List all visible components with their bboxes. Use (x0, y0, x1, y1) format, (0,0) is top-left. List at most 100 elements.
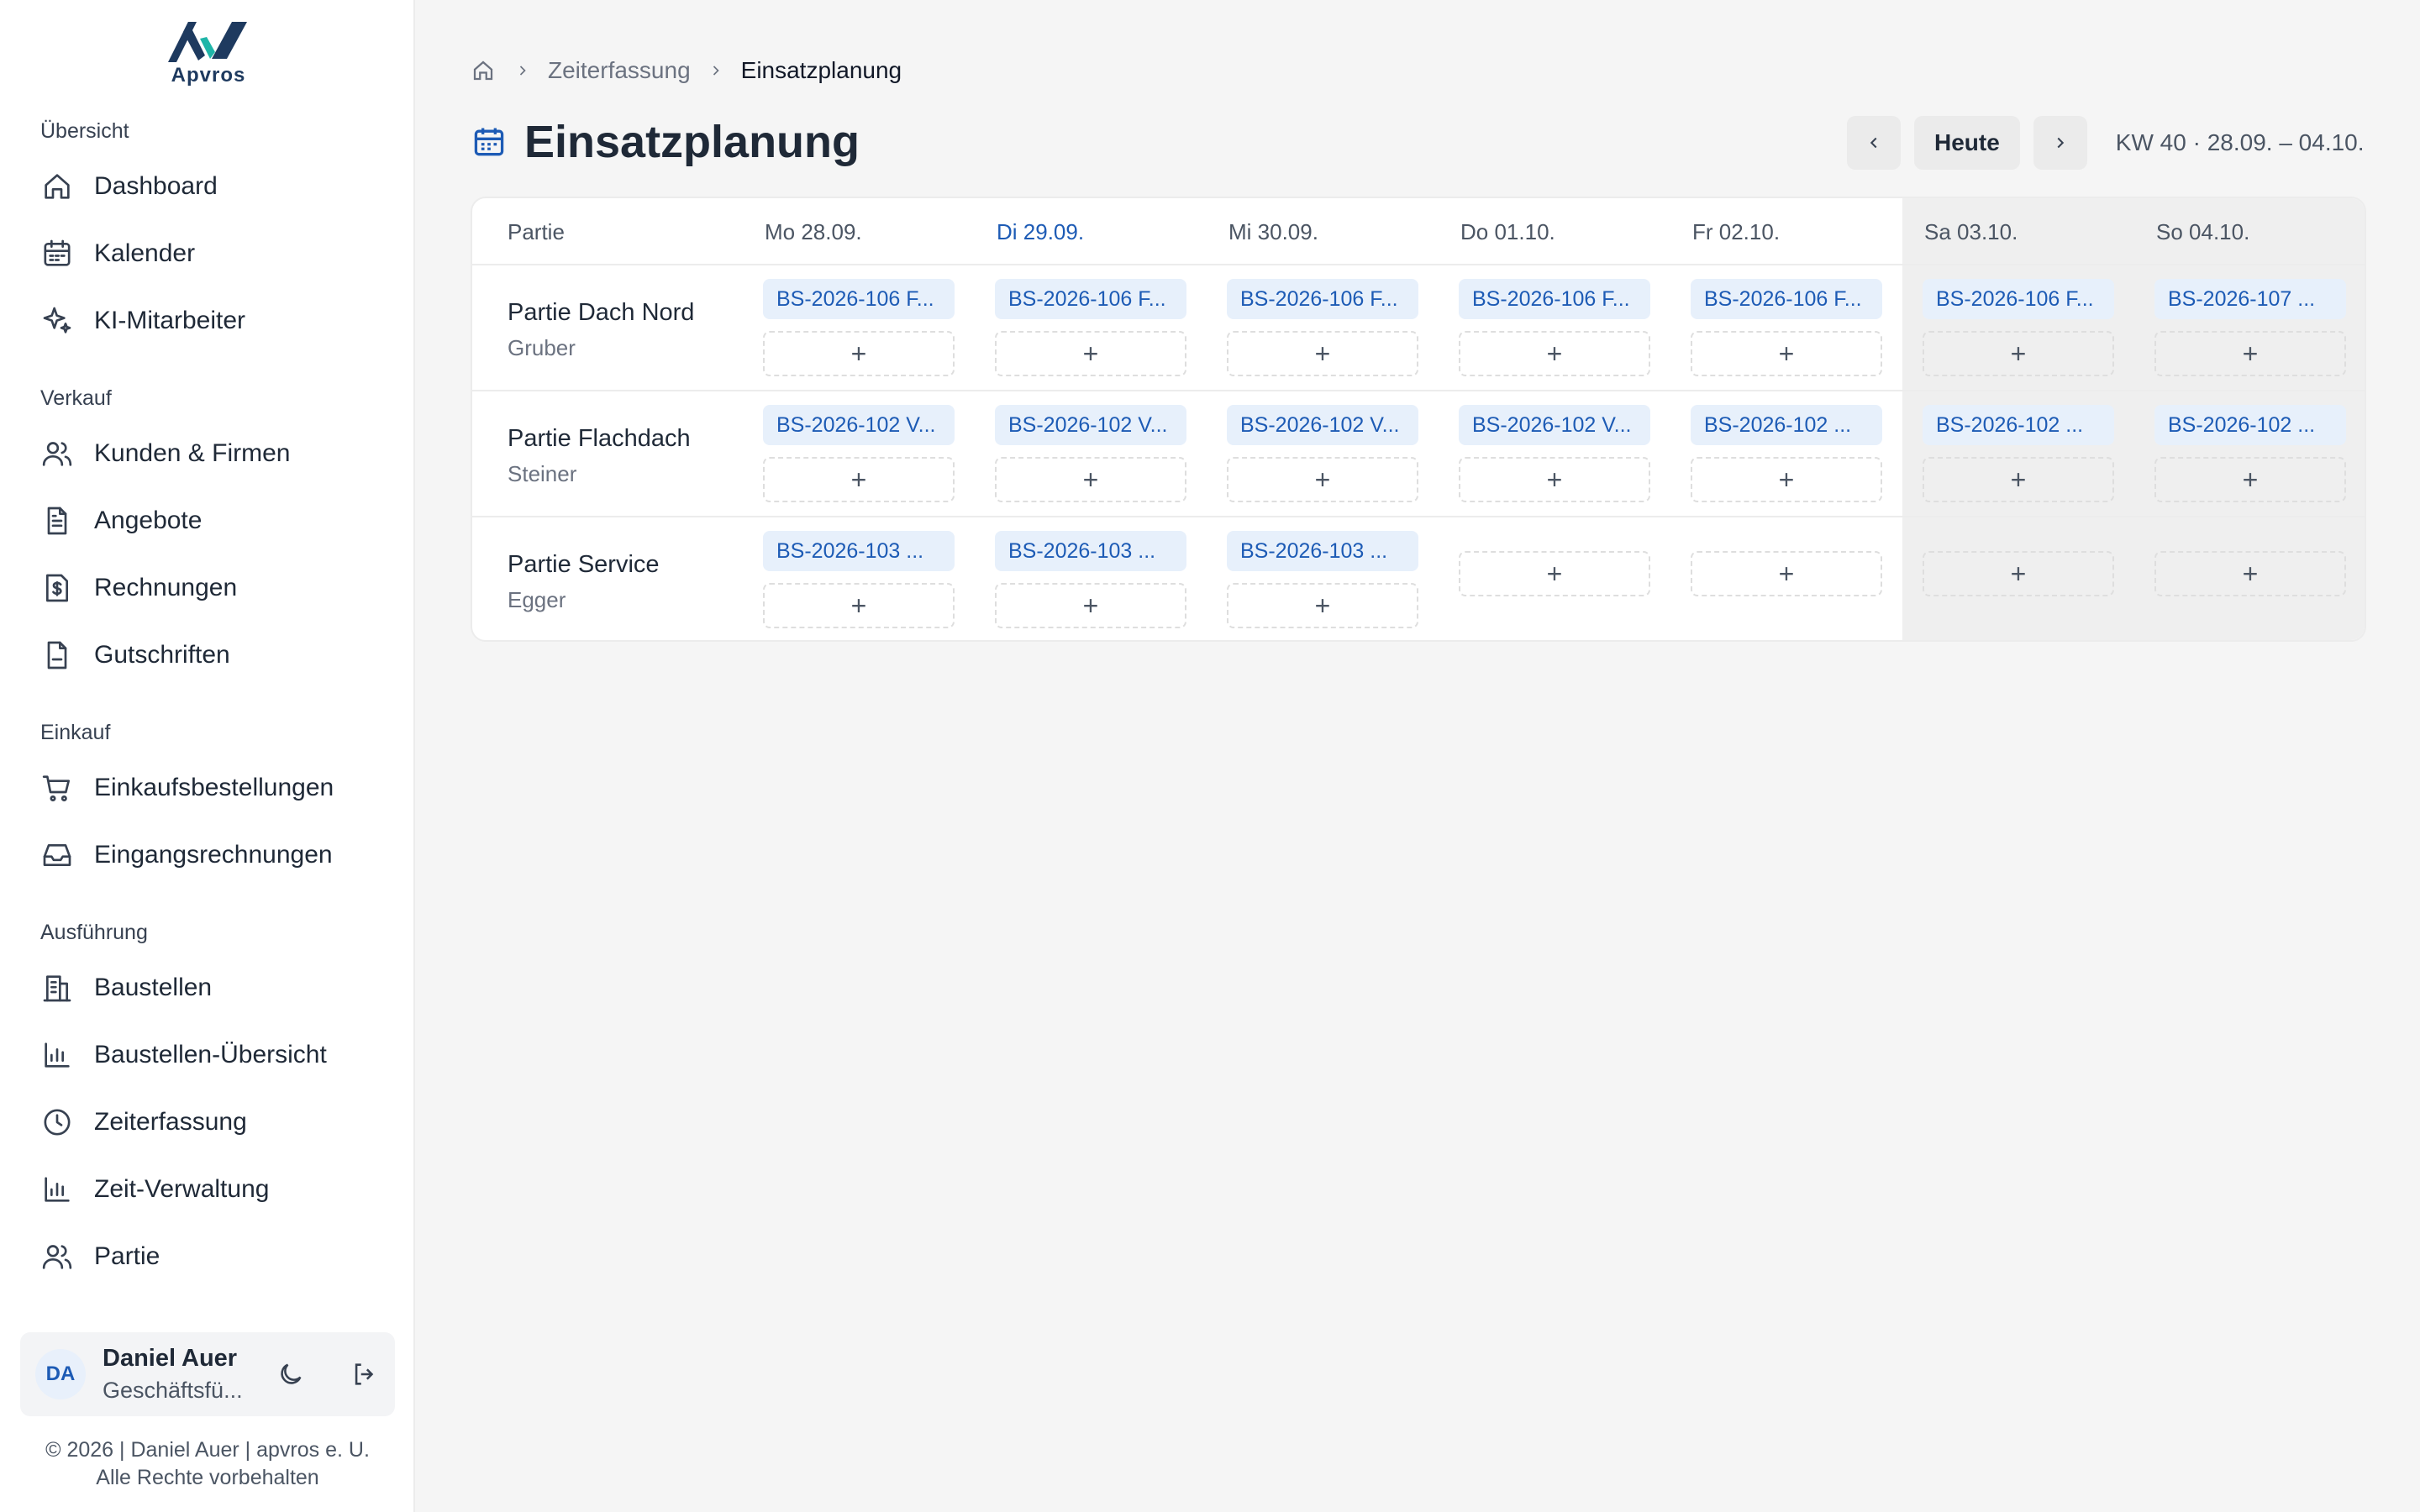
assignment-chip[interactable]: BS-2026-103 ... (763, 531, 955, 571)
logo-mark-icon (168, 22, 247, 62)
add-assignment-button[interactable]: + (1691, 551, 1882, 596)
assignment-chip[interactable]: BS-2026-106 F... (1227, 279, 1418, 319)
invoice-dollar-icon (40, 571, 74, 605)
previous-week-button[interactable] (1847, 116, 1901, 170)
bar-chart-icon (40, 1173, 74, 1206)
day-cell: BS-2026-102 V... + (995, 405, 1186, 502)
sidebar-item-einkaufsbestellungen[interactable]: Einkaufsbestellungen (0, 754, 415, 822)
sidebar-item-partie[interactable]: Partie (0, 1223, 415, 1290)
add-assignment-button[interactable]: + (1459, 331, 1650, 376)
home-icon[interactable] (471, 57, 497, 84)
assignment-chip[interactable]: BS-2026-106 F... (763, 279, 955, 319)
assignment-chip[interactable]: BS-2026-102 ... (2154, 405, 2346, 445)
day-cell: BS-2026-103 ... + (1227, 531, 1418, 628)
add-assignment-button[interactable]: + (2154, 457, 2346, 502)
day-cell: BS-2026-106 F... + (1923, 279, 2114, 376)
add-assignment-button[interactable]: + (1227, 457, 1418, 502)
nav-section-gap (0, 689, 415, 711)
grid-row: Partie Flachdach Steiner BS-2026-102 V... +… (472, 391, 2365, 517)
add-assignment-button[interactable]: + (763, 331, 955, 376)
sidebar-item-label: Angebote (94, 507, 203, 534)
user-name: Daniel Auer (103, 1345, 238, 1372)
assignment-chip[interactable]: BS-2026-106 F... (1459, 279, 1650, 319)
add-assignment-button[interactable]: + (1923, 331, 2114, 376)
day-cell: + (2154, 531, 2346, 596)
assignment-chip[interactable]: BS-2026-106 F... (1691, 279, 1882, 319)
sidebar-item-gutschriften[interactable]: Gutschriften (0, 622, 415, 689)
add-assignment-button[interactable]: + (1691, 331, 1882, 376)
nav-section-heading: Ausführung (40, 921, 148, 944)
column-header-day: Do 01.10. (1460, 219, 1555, 244)
day-cell: BS-2026-103 ... + (995, 531, 1186, 628)
user-card[interactable]: DA Daniel Auer Geschäftsfü... (20, 1332, 395, 1416)
assignment-chip[interactable]: BS-2026-103 ... (995, 531, 1186, 571)
column-header-day: Mo 28.09. (765, 219, 862, 244)
today-button[interactable]: Heute (1914, 116, 2020, 170)
nav-section-heading: Verkauf (40, 386, 112, 410)
assignment-chip[interactable]: BS-2026-102 V... (1227, 405, 1418, 445)
add-assignment-button[interactable]: + (2154, 551, 2346, 596)
nav-section-gap (0, 889, 415, 911)
assignment-chip[interactable]: BS-2026-106 F... (1923, 279, 2114, 319)
assignment-chip[interactable]: BS-2026-107 ... (2154, 279, 2346, 319)
day-cell: BS-2026-106 F... + (1459, 279, 1650, 376)
sidebar-item-dashboard[interactable]: Dashboard (0, 153, 415, 220)
users-icon (40, 1240, 74, 1273)
sidebar-item-zeit-verwaltung[interactable]: Zeit-Verwaltung (0, 1156, 415, 1223)
page-title: Einsatzplanung (524, 117, 860, 167)
add-assignment-button[interactable]: + (995, 583, 1186, 628)
crew-name: Partie Service (508, 551, 660, 578)
day-cell: BS-2026-102 V... + (1459, 405, 1650, 502)
footer: © 2026 | Daniel Auer | apvros e. U. Alle… (0, 1436, 415, 1492)
add-assignment-button[interactable]: + (1227, 331, 1418, 376)
add-assignment-button[interactable]: + (1459, 551, 1650, 596)
sidebar-item-kalender[interactable]: Kalender (0, 220, 415, 287)
sidebar-item-angebote[interactable]: Angebote (0, 487, 415, 554)
sidebar-item-label: Baustellen-Übersicht (94, 1041, 327, 1068)
add-assignment-button[interactable]: + (1227, 583, 1418, 628)
assignment-chip[interactable]: BS-2026-102 ... (1691, 405, 1882, 445)
day-cell: BS-2026-102 ... + (1923, 405, 2114, 502)
sidebar-item-label: Zeit-Verwaltung (94, 1175, 270, 1203)
breadcrumb-current: Einsatzplanung (740, 57, 902, 83)
chevron-left-icon (1870, 137, 1877, 149)
home-icon (40, 170, 74, 203)
logout-button[interactable] (339, 1349, 390, 1399)
cart-icon (40, 771, 74, 805)
assignment-chip[interactable]: BS-2026-102 V... (763, 405, 955, 445)
add-assignment-button[interactable]: + (995, 457, 1186, 502)
day-cell: BS-2026-102 ... + (2154, 405, 2346, 502)
add-assignment-button[interactable]: + (1923, 457, 2114, 502)
column-header-day: Sa 03.10. (1924, 219, 2018, 244)
day-cell: BS-2026-102 V... + (763, 405, 955, 502)
sidebar-item-rechnungen[interactable]: Rechnungen (0, 554, 415, 622)
add-assignment-button[interactable]: + (1459, 457, 1650, 502)
grid-row: Partie Service Egger BS-2026-103 ... + BS-20… (472, 517, 2365, 640)
add-assignment-button[interactable]: + (1691, 457, 1882, 502)
column-header-day: Fr 02.10. (1692, 219, 1781, 244)
sidebar-item-ki-mitarbeiter[interactable]: KI-Mitarbeiter (0, 287, 415, 354)
add-assignment-button[interactable]: + (1923, 551, 2114, 596)
footer-rights: Alle Rechte vorbehalten (96, 1466, 319, 1489)
chevron-right-icon (2057, 137, 2064, 149)
sidebar-item-baustellen-übersicht[interactable]: Baustellen-Übersicht (0, 1021, 415, 1089)
assignment-chip[interactable]: BS-2026-102 ... (1923, 405, 2114, 445)
sidebar-item-zeiterfassung[interactable]: Zeiterfassung (0, 1089, 415, 1156)
sidebar-item-eingangsrechnungen[interactable]: Eingangsrechnungen (0, 822, 415, 889)
next-week-button[interactable] (2033, 116, 2087, 170)
assignment-chip[interactable]: BS-2026-103 ... (1227, 531, 1418, 571)
day-cell: BS-2026-102 V... + (1227, 405, 1418, 502)
assignment-chip[interactable]: BS-2026-106 F... (995, 279, 1186, 319)
assignment-chip[interactable]: BS-2026-102 V... (995, 405, 1186, 445)
add-assignment-button[interactable]: + (763, 457, 955, 502)
sidebar-item-kunden-firmen[interactable]: Kunden & Firmen (0, 420, 415, 487)
add-assignment-button[interactable]: + (995, 331, 1186, 376)
add-assignment-button[interactable]: + (763, 583, 955, 628)
add-assignment-button[interactable]: + (2154, 331, 2346, 376)
sidebar-item-baustellen[interactable]: Baustellen (0, 954, 415, 1021)
apvros-logo[interactable]: Apvros (163, 18, 254, 87)
breadcrumb-link-zeiterfassung[interactable]: Zeiterfassung (548, 57, 691, 84)
assignment-chip[interactable]: BS-2026-102 V... (1459, 405, 1650, 445)
column-header-partie: Partie (508, 219, 565, 244)
theme-toggle-button[interactable] (266, 1349, 316, 1399)
